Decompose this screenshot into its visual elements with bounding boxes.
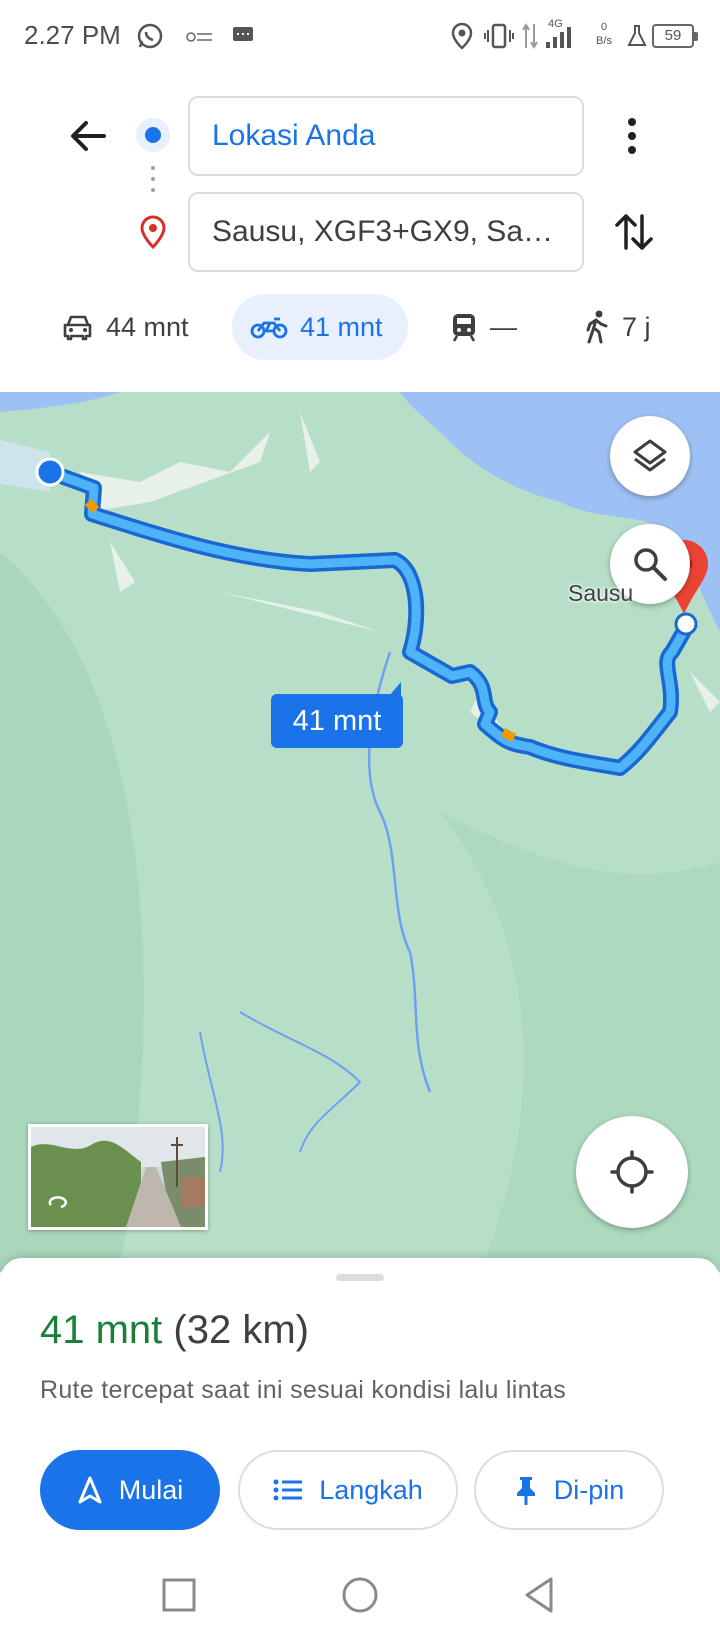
my-location-button[interactable] [576, 1116, 688, 1228]
message-icon [233, 27, 253, 41]
route-summary: 41 mnt (32 km) [40, 1308, 309, 1353]
tab-car[interactable]: 44 mnt [62, 294, 189, 360]
steps-button-label: Langkah [319, 1474, 423, 1505]
layers-icon [633, 439, 667, 472]
app-icon [186, 32, 212, 42]
layers-button[interactable] [610, 416, 690, 496]
current-location-marker [35, 457, 65, 487]
destination-pin-icon [140, 215, 166, 250]
tab-walk[interactable]: 7 j [584, 294, 651, 360]
map-view[interactable]: Sausu 41 mnt [0, 392, 720, 1272]
more-options-icon[interactable] [612, 110, 652, 162]
data-arrows-icon [522, 23, 538, 49]
system-nav-bar [0, 1548, 720, 1640]
crosshair-icon [610, 1150, 654, 1194]
route-duration-callout[interactable]: 41 mnt [271, 682, 403, 748]
vibrate-icon [484, 23, 514, 49]
steps-button[interactable]: Langkah [238, 1450, 458, 1530]
nav-back-icon[interactable] [515, 1570, 565, 1620]
list-icon [273, 1479, 303, 1501]
status-bar: 2.27 PM 4G 0 B/s 59 [0, 0, 720, 72]
tab-transit-label: — [490, 311, 517, 342]
route-distance: (32 km) [173, 1308, 309, 1352]
river [239, 1011, 362, 1153]
search-icon [634, 548, 667, 581]
home-icon[interactable] [335, 1570, 385, 1620]
tab-motorcycle-label: 41 mnt [300, 311, 383, 342]
status-time: 2.27 PM [24, 20, 121, 50]
traffic-segment [84, 498, 100, 514]
battery-icon: 59 [652, 24, 698, 48]
traffic-segment [500, 728, 517, 742]
location-icon [451, 22, 473, 50]
navigation-arrow-icon [78, 1476, 102, 1504]
start-button-label: Mulai [118, 1474, 184, 1505]
route-duration: 41 mnt [40, 1308, 163, 1352]
pin-button-label: Di-pin [553, 1474, 625, 1505]
sheet-drag-handle[interactable] [336, 1274, 384, 1281]
recent-apps-icon[interactable] [154, 1570, 204, 1620]
signal-icon: 4G [542, 18, 578, 50]
transit-icon [452, 314, 476, 342]
travel-mode-tabs: 44 mnt 41 mnt — 7 j [0, 294, 720, 360]
street-view-thumbnail[interactable] [28, 1124, 208, 1230]
whatsapp-icon [137, 23, 163, 49]
destination-field[interactable]: Sausu, XGF3+GX9, Sau... [188, 192, 584, 272]
pushpin-icon [516, 1477, 535, 1505]
destination-endpoint [674, 612, 698, 636]
route-connector-dots [151, 166, 155, 200]
tab-car-label: 44 mnt [106, 311, 189, 342]
back-arrow-icon[interactable] [62, 110, 114, 162]
origin-field[interactable]: Lokasi Anda [188, 96, 584, 176]
sea-area-top-left [0, 392, 120, 412]
swap-icon[interactable] [610, 208, 658, 256]
motorcycle-icon [250, 317, 288, 339]
start-button[interactable]: Mulai [40, 1450, 220, 1530]
place-label-sausu: Sausu [568, 580, 634, 606]
origin-dot-icon [136, 118, 170, 152]
tab-transit[interactable]: — [450, 294, 517, 360]
walk-icon [586, 310, 608, 344]
route-subtitle: Rute tercepat saat ini sesuai kondisi la… [40, 1376, 567, 1404]
lab-icon [627, 25, 647, 46]
pin-button[interactable]: Di-pin [474, 1450, 664, 1530]
car-icon [63, 315, 92, 341]
network-speed: 0 B/s [596, 21, 612, 47]
tab-motorcycle[interactable]: 41 mnt [232, 294, 408, 360]
tab-walk-label: 7 j [622, 311, 651, 342]
